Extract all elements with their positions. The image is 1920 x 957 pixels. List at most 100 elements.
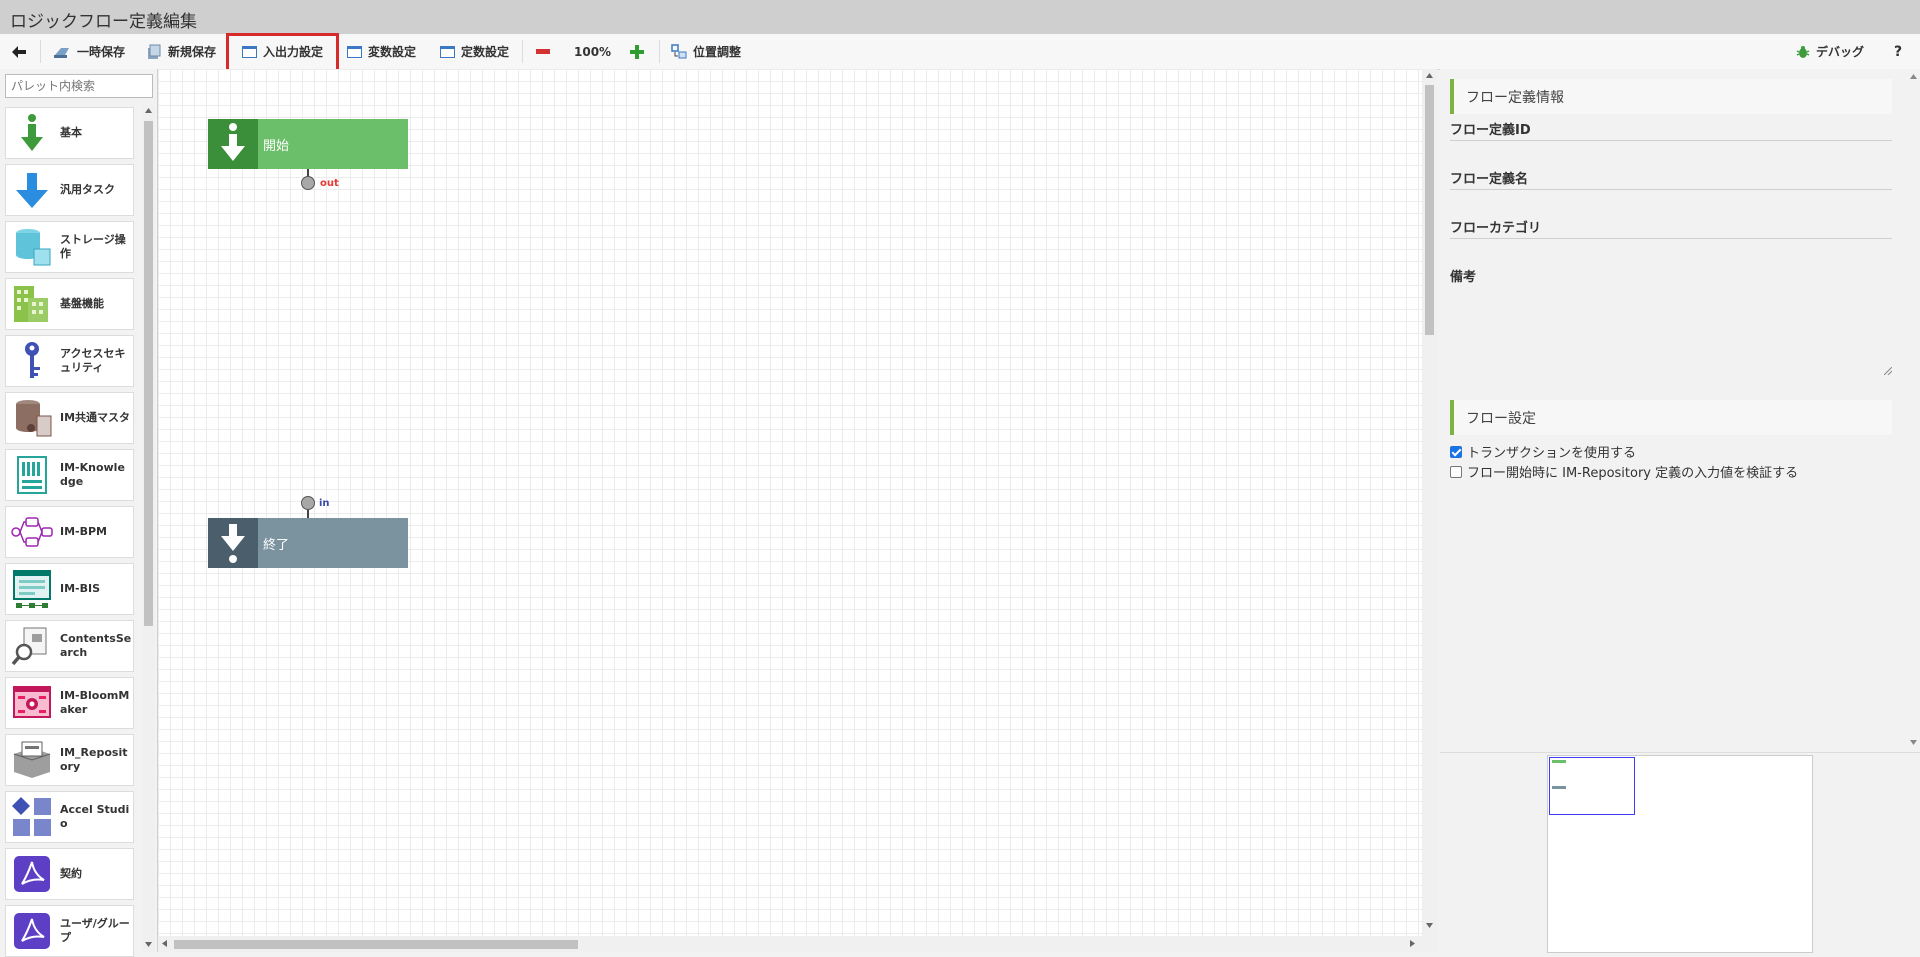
palette-item-im-common-master[interactable]: IM共通マスタ (5, 392, 134, 444)
properties-panel: フロー定義情報 フロー定義ID フロー定義名 フローカテゴリ 備考 フロー設定 … (1440, 69, 1920, 752)
minimap-viewport[interactable] (1549, 757, 1635, 815)
in-port-label: in (319, 498, 330, 509)
palette-item-label: 汎用タスク (60, 183, 115, 196)
start-out-port[interactable] (301, 176, 315, 190)
flow-category-field[interactable]: フローカテゴリ (1450, 217, 1892, 239)
palette-search-input[interactable] (5, 74, 153, 98)
palette-item-label: Accel Studio (60, 803, 130, 830)
flow-name-field[interactable]: フロー定義名 (1450, 168, 1892, 190)
scroll-left-icon[interactable] (162, 940, 167, 947)
position-adjust-button[interactable]: 位置調整 (671, 34, 741, 69)
temp-save-button[interactable]: 一時保存 (53, 34, 125, 69)
palette-item-storage[interactable]: ストレージ操作 (5, 221, 134, 273)
book-icon (10, 453, 54, 497)
scroll-down-icon[interactable] (1426, 923, 1433, 928)
flow-canvas[interactable]: 開始 out in 終了 (158, 69, 1424, 952)
use-transaction-checkbox[interactable] (1450, 445, 1462, 458)
palette-item-im-bpm[interactable]: IM-BPM (5, 506, 134, 558)
const-settings-button[interactable]: 定数設定 (440, 34, 509, 69)
palette-item-accel-studio[interactable]: Accel Studio (5, 791, 134, 843)
palette-scrollbar[interactable] (142, 105, 155, 952)
io-settings-highlight (226, 33, 339, 73)
bloommaker-icon (10, 681, 54, 725)
scroll-right-icon[interactable] (1410, 940, 1415, 947)
accel-studio-icon (10, 795, 54, 839)
palette-item-general-task[interactable]: 汎用タスク (5, 164, 134, 216)
key-icon (10, 339, 54, 383)
storage-icon (10, 225, 54, 269)
pdf-icon (10, 909, 54, 953)
palette-item-user-group[interactable]: ユーザ/グループ (5, 905, 134, 957)
palette-item-label: IM共通マスタ (60, 411, 131, 424)
scroll-down-icon[interactable] (1910, 740, 1917, 745)
palette-item-label: IM-BIS (60, 582, 101, 595)
scroll-down-icon[interactable] (145, 942, 152, 947)
minimap[interactable] (1547, 755, 1813, 953)
position-adjust-label: 位置調整 (693, 45, 742, 59)
end-in-port[interactable] (301, 496, 315, 510)
building-icon (10, 282, 54, 326)
canvas-vertical-scrollbar[interactable] (1422, 69, 1437, 952)
resize-handle-icon[interactable] (1884, 367, 1892, 375)
canvas-horizontal-scrollbar[interactable] (158, 936, 1422, 952)
process-icon (10, 510, 54, 554)
end-node[interactable]: 終了 (208, 518, 408, 568)
new-save-button[interactable]: 新規保存 (146, 34, 216, 69)
palette-item-platform[interactable]: 基盤機能 (5, 278, 134, 330)
palette-scroll-thumb[interactable] (144, 121, 153, 626)
palette-item-label: ContentsSearch (60, 632, 132, 659)
layout-adjust-icon (671, 43, 687, 58)
help-button[interactable]: ? (1894, 34, 1902, 69)
back-button[interactable] (12, 34, 26, 69)
canvas-vscroll-thumb[interactable] (1425, 85, 1434, 335)
palette-item-im-knowledge[interactable]: IM-Knowledge (5, 449, 134, 501)
palette-item-basic[interactable]: 基本 (5, 107, 134, 159)
validate-input-option[interactable]: フロー開始時に IM-Repository 定義の入力値を検証する (1450, 462, 1798, 481)
flow-id-field[interactable]: フロー定義ID (1450, 119, 1892, 141)
down-arrow-blue-icon (10, 168, 54, 212)
new-save-icon (148, 44, 161, 59)
start-node[interactable]: 開始 (208, 119, 408, 169)
temp-save-icon (54, 47, 69, 58)
remarks-label: 備考 (1450, 266, 1892, 288)
scroll-up-icon[interactable] (1910, 74, 1917, 79)
back-arrow-icon (12, 45, 26, 58)
use-transaction-label: トランザクションを使用する (1467, 446, 1637, 461)
debug-button[interactable]: デバッグ (1796, 34, 1864, 69)
palette-item-label: ユーザ/グループ (60, 917, 130, 944)
flow-info-header: フロー定義情報 (1450, 79, 1892, 114)
window-icon (347, 45, 362, 58)
search-document-icon (10, 624, 54, 668)
zoom-out-button[interactable] (536, 34, 550, 69)
remarks-textarea[interactable] (1450, 287, 1892, 375)
scroll-up-icon[interactable] (1426, 73, 1433, 78)
palette-item-im-repository[interactable]: IM_Repository (5, 734, 134, 786)
scroll-up-icon[interactable] (145, 108, 152, 113)
palette-item-label: 基本 (60, 126, 82, 139)
palette-item-label: IM_Repository (60, 746, 128, 773)
const-settings-label: 定数設定 (461, 45, 510, 59)
help-icon: ? (1894, 43, 1903, 60)
palette-item-label: 基盤機能 (60, 297, 104, 310)
palette-item-im-bloommaker[interactable]: IM-BloomMaker (5, 677, 134, 729)
out-port-label: out (320, 178, 339, 189)
pdf-icon (10, 852, 54, 896)
validate-input-checkbox[interactable] (1450, 465, 1462, 478)
palette-item-access-security[interactable]: アクセスセキュリティ (5, 335, 134, 387)
properties-scrollbar[interactable] (1906, 69, 1920, 752)
start-node-label: 開始 (263, 138, 290, 154)
var-settings-button[interactable]: 変数設定 (347, 34, 416, 69)
use-transaction-option[interactable]: トランザクションを使用する (1450, 442, 1636, 461)
minus-icon (536, 48, 550, 54)
zoom-in-button[interactable] (630, 34, 644, 69)
canvas-hscroll-thumb[interactable] (174, 940, 578, 949)
database-user-icon (10, 396, 54, 440)
palette-item-label: IM-Knowledge (60, 461, 125, 488)
window-icon (440, 45, 455, 58)
palette-item-contract[interactable]: 契約 (5, 848, 134, 900)
palette-item-im-bis[interactable]: IM-BIS (5, 563, 134, 615)
palette-item-label: ストレージ操作 (60, 233, 126, 260)
palette-item-label: IM-BloomMaker (60, 689, 130, 716)
palette-item-contents-search[interactable]: ContentsSearch (5, 620, 134, 672)
start-arrow-icon (208, 119, 258, 169)
